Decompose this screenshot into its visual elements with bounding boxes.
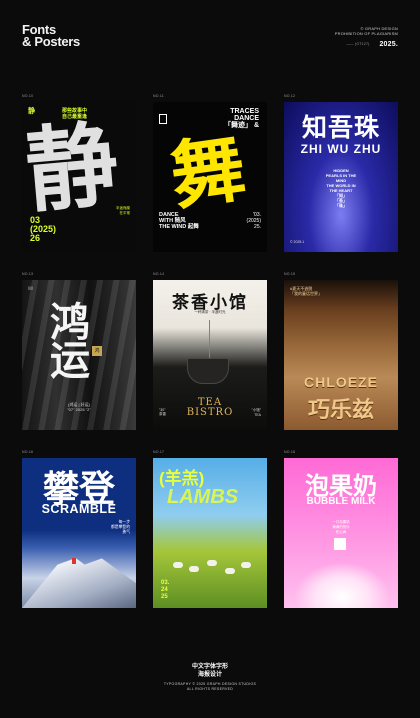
poster-number: NO.13 — [22, 272, 34, 276]
poster-subtitle: DANCE WITH 随风 THE WIND 起舞 — [159, 212, 199, 230]
poster-title: 知吾珠 — [301, 114, 380, 142]
poster-card-17[interactable]: NO.17 (羊羔) LAMBS 03. 24 25 — [153, 450, 267, 608]
copyright-line-2: PROHIBITION OF PLAGIARISM — [334, 31, 398, 36]
poster-head: 静 — [28, 108, 35, 115]
code-label: —— (GT127) — [346, 42, 370, 46]
sheep-shape — [241, 562, 251, 568]
poster-english-title: BUBBLE MILK — [306, 496, 376, 507]
qr-code-icon — [334, 538, 346, 550]
poster-number: NO.18 — [284, 450, 296, 454]
poster-english-title: TEA BISTRO — [186, 397, 234, 418]
teacup-image — [187, 358, 229, 384]
poster-corner-mark: (|||) — [28, 286, 34, 290]
poster-body: HIDDEN PEARLS IN THE MIND THE WORLD IN T… — [325, 168, 357, 208]
cloud-image — [294, 562, 390, 608]
poster-card-10[interactable]: NO.10 静 那些故事中 自己最重逢 静 03 (2025) 26 半途而废 … — [22, 94, 136, 252]
footer-title-line-2: 海报设计 — [197, 672, 222, 678]
climber-figure — [72, 558, 76, 564]
sheep-shape — [207, 560, 217, 566]
poster-date: 03. 24 25 — [161, 580, 170, 600]
poster-pearl[interactable]: 知吾珠 ZHI WU ZHU HIDDEN PEARLS IN THE MIND… — [284, 102, 398, 252]
poster-card-14[interactable]: NO.14 茶香小馆 一杯清茶 · 半盏时光 TEA BISTRO "30" 茶… — [153, 272, 267, 430]
poster-bubble-milk[interactable]: 泡果奶 BUBBLE MILK 一口泡果奶 满满的快乐 在心间 — [284, 458, 398, 608]
brand-title: Fonts & Posters — [22, 23, 80, 49]
poster-quiet[interactable]: 静 那些故事中 自己最重逢 静 03 (2025) 26 半途而废 在平常 — [22, 102, 136, 252]
poster-number: NO.14 — [153, 272, 165, 276]
poster-dance[interactable]: TRACES DANCE 「舞迹」 & 舞 DANCE WITH 随风 THE … — [153, 102, 267, 252]
footer-copyright-2: ALL RIGHTS RESERVED — [186, 687, 234, 691]
sheep-shape — [225, 568, 235, 574]
poster-number: NO.10 — [22, 94, 34, 98]
poster-number: NO.16 — [22, 450, 34, 454]
poster-body: 一口泡果奶 满满的快乐 在心间 — [332, 520, 350, 534]
poster-body: 每一步 都是攀登的 勇气 — [111, 520, 130, 534]
poster-foot-left: "30" 茶香 — [159, 408, 166, 416]
poster-foot-text: 半途而废 在平常 — [116, 206, 130, 215]
poster-fortune[interactable]: (|||) 鸿 运 鸿 (鸿运 | 好运) "07" 2025 "2" — [22, 280, 136, 430]
poster-number: NO.11 — [153, 94, 164, 98]
poster-card-13[interactable]: NO.13 (|||) 鸿 运 鸿 (鸿运 | 好运) "07" 2025 "2… — [22, 272, 136, 430]
poster-lambs[interactable]: (羊羔) LAMBS 03. 24 25 — [153, 458, 267, 608]
poster-scramble[interactable]: 攀登 SCRAMBLE 每一步 都是攀登的 勇气 — [22, 458, 136, 608]
poster-number: NO.17 — [153, 450, 165, 454]
poster-foot: © 2025.1 — [290, 240, 305, 244]
poster-english-title: LAMBS — [167, 486, 239, 508]
poster-card-15[interactable]: NO.15 #夏天不逃脱 「我的童话世界」 CHLOEZE 巧乐兹 — [284, 272, 398, 430]
sheep-shape — [189, 566, 199, 572]
tea-stream — [209, 320, 210, 360]
poster-subtitle: 一杯清茶 · 半盏时光 — [194, 310, 226, 314]
footer-title-line-1: 中文字体字形 — [191, 664, 228, 670]
poster-big-character: 静 — [22, 110, 117, 226]
poster-card-11[interactable]: NO.11 TRACES DANCE 「舞迹」 & 舞 DANCE WITH 随… — [153, 94, 267, 252]
poster-foot: (鸿运 | 好运) "07" 2025 "2" — [67, 402, 91, 412]
poster-subtitle: ZHI WU ZHU — [300, 142, 382, 156]
brand-line-2: & Posters — [22, 34, 80, 49]
poster-header: #夏天不逃脱 「我的童话世界」 — [290, 286, 322, 296]
year-label: 2025. — [379, 41, 398, 48]
seal-stamp: 鸿 — [92, 346, 102, 356]
poster-english-title: SCRAMBLE — [41, 502, 117, 516]
poster-big-character: 舞 — [165, 125, 251, 221]
mountain-image — [22, 552, 136, 608]
poster-year: 03 (2025) 26 — [30, 215, 57, 243]
poster-english-title: CHLOEZE — [304, 374, 378, 390]
sheep-shape — [173, 562, 183, 568]
poster-date: '03. (2025) 25. — [246, 212, 261, 230]
poster-tea[interactable]: 茶香小馆 一杯清茶 · 半盏时光 TEA BISTRO "30" 茶香 "小馆"… — [153, 280, 267, 430]
copyright-block: © GRAPH DESIGN PROHIBITION OF PLAGIARISM… — [334, 26, 398, 48]
poster-title: 巧乐兹 — [307, 397, 374, 422]
page-footer: 中文字体字形 海报设计 TYPOGRAPHY © 2025 GRAPH DESI… — [0, 663, 420, 692]
book-icon — [159, 114, 167, 124]
poster-big-character: 鸿 运 — [50, 299, 90, 384]
poster-number: NO.15 — [284, 272, 296, 276]
poster-card-12[interactable]: NO.12 知吾珠 ZHI WU ZHU HIDDEN PEARLS IN TH… — [284, 94, 398, 252]
poster-card-16[interactable]: NO.16 攀登 SCRAMBLE 每一步 都是攀登的 勇气 — [22, 450, 136, 608]
poster-number: NO.12 — [284, 94, 296, 98]
poster-card-18[interactable]: NO.18 泡果奶 BUBBLE MILK 一口泡果奶 满满的快乐 在心间 — [284, 450, 398, 608]
poster-foot-right: "小馆" TEA — [251, 408, 262, 417]
poster-chloeze[interactable]: #夏天不逃脱 「我的童话世界」 CHLOEZE 巧乐兹 — [284, 280, 398, 430]
